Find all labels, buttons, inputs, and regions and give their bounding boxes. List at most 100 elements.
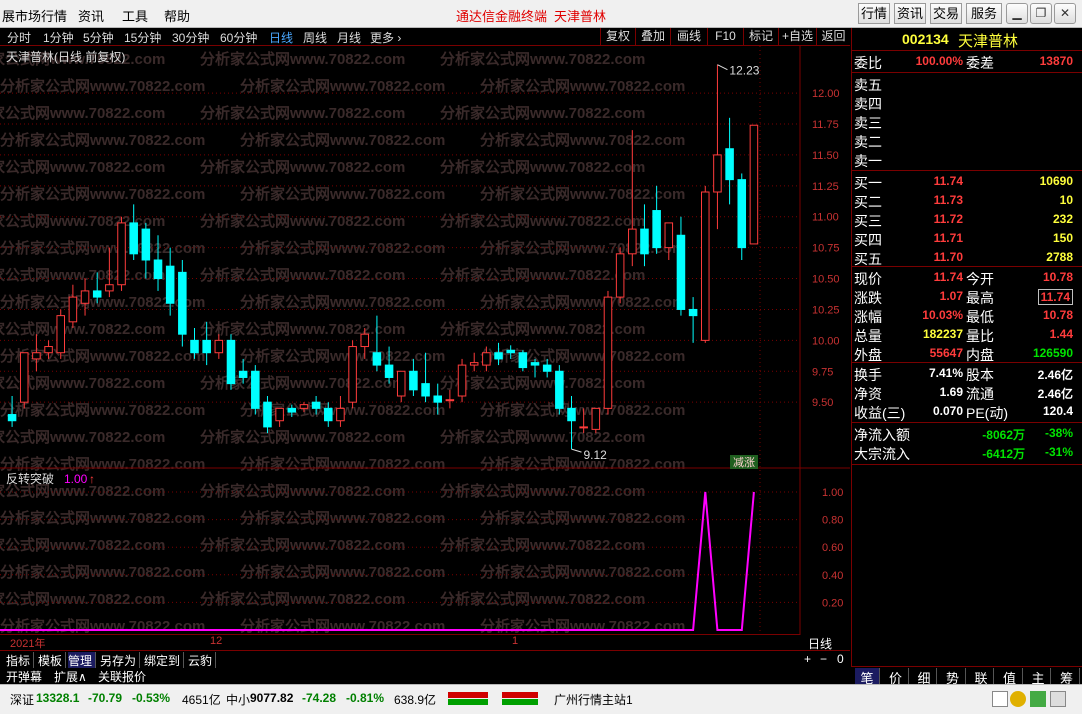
btn-add-watch[interactable]: +自选 xyxy=(778,28,816,45)
candle-body xyxy=(117,222,126,286)
menu-market[interactable]: 展市场行情 xyxy=(2,6,67,25)
buy-volume: 232 xyxy=(1052,212,1073,226)
period-minute[interactable]: 分时 xyxy=(7,29,31,46)
lock-icon[interactable] xyxy=(992,691,1008,707)
panel-tab[interactable]: 价 xyxy=(884,668,909,686)
zoom-reset-button[interactable]: 0 xyxy=(837,652,844,666)
panel-tab[interactable]: 主 xyxy=(1026,668,1051,686)
sell-row[interactable]: 卖五 xyxy=(852,74,1082,93)
watermark-text: 分析家公式网www.70822.com xyxy=(480,293,685,311)
period-1min[interactable]: 1分钟 xyxy=(43,29,74,46)
stat2-label-2: PE(动) xyxy=(966,405,1008,421)
sell-label: 卖二 xyxy=(854,134,882,150)
btn-trade[interactable]: 交易 xyxy=(930,3,962,24)
tab-save-as[interactable]: 另存为 xyxy=(100,652,141,669)
coin-icon[interactable] xyxy=(1010,691,1026,707)
candle-body xyxy=(615,253,625,298)
menu-help[interactable]: 帮助 xyxy=(164,6,190,25)
btn-service[interactable]: 服务 xyxy=(966,3,1002,24)
sell-row[interactable]: 卖四 xyxy=(852,93,1082,112)
flow-label: 净流入额 xyxy=(854,427,910,443)
tab-bind-to[interactable]: 绑定到 xyxy=(144,652,185,669)
signal-icon[interactable] xyxy=(1030,691,1046,707)
panel-tab[interactable]: 细 xyxy=(912,668,937,686)
btn-draw[interactable]: 画线 xyxy=(670,28,707,45)
btn-mark[interactable]: 标记 xyxy=(743,28,778,45)
candle xyxy=(713,64,722,230)
menu-bar: 展市场行情 资讯 工具 帮助 通达信金融终端 天津普林 行情 资讯 交易 服务 … xyxy=(0,0,1082,28)
watermark-text: 分析家公式网www.70822.com xyxy=(240,185,445,203)
buy-row[interactable]: 买一 11.74 10690 xyxy=(852,172,1082,191)
btn-danmaku[interactable]: 开弹幕 xyxy=(6,668,42,685)
settings-icon[interactable] xyxy=(1050,691,1066,707)
stat2-label-2: 股本 xyxy=(966,367,994,383)
btn-expand[interactable]: 扩展∧ xyxy=(54,668,87,685)
period-5min[interactable]: 5分钟 xyxy=(83,29,114,46)
btn-linked-quote[interactable]: 关联报价 xyxy=(98,668,146,685)
tab-yunbao[interactable]: 云豹 xyxy=(188,652,217,669)
station-name[interactable]: 广州行情主站1 xyxy=(554,691,633,708)
restore-icon[interactable]: ❐ xyxy=(1030,3,1052,24)
buy-row[interactable]: 买四 11.71 150 xyxy=(852,229,1082,248)
candle-body xyxy=(603,296,613,409)
period-weekly[interactable]: 周线 xyxy=(303,29,327,46)
close-icon[interactable]: ✕ xyxy=(1054,3,1076,24)
buy-label: 买二 xyxy=(854,194,882,210)
btn-f10[interactable]: F10 xyxy=(707,28,743,45)
zoom-in-button[interactable]: + xyxy=(804,652,811,666)
candle-body xyxy=(287,407,297,413)
kline-chart[interactable]: 分析家公式网www.70822.com 分析家公式网www.70822.com 分析… xyxy=(0,46,850,635)
panel-tab[interactable]: 值 xyxy=(998,668,1023,686)
period-30min[interactable]: 30分钟 xyxy=(172,29,209,46)
tab-manage[interactable]: 管理 xyxy=(68,652,97,669)
buy-row[interactable]: 买二 11.73 10 xyxy=(852,191,1082,210)
tab-indicator[interactable]: 指标 xyxy=(6,652,35,669)
candle-body xyxy=(701,191,710,341)
watermark-text: 分析家公式网www.70822.com xyxy=(480,617,685,635)
price-tick: 11.00 xyxy=(812,212,839,224)
buy-label: 买一 xyxy=(854,175,882,191)
watermark-text: 分析家公式网www.70822.com xyxy=(0,563,205,581)
panel-tab[interactable]: 联 xyxy=(969,668,994,686)
price-tick: 12.00 xyxy=(812,88,840,100)
stat2-row: 换手 7.41% 股本 2.46亿 xyxy=(852,364,1082,383)
candle-body xyxy=(32,352,41,360)
period-15min[interactable]: 15分钟 xyxy=(124,29,161,46)
minimize-icon[interactable]: ▁ xyxy=(1006,3,1028,24)
buy-row[interactable]: 买五 11.70 2788 xyxy=(852,248,1082,267)
buy-row[interactable]: 买三 11.72 232 xyxy=(852,210,1082,229)
period-60min[interactable]: 60分钟 xyxy=(220,29,257,46)
sell-row[interactable]: 卖二 xyxy=(852,131,1082,150)
menu-tools[interactable]: 工具 xyxy=(122,6,148,25)
stat2-value: 7.41% xyxy=(928,366,963,380)
watermark-text: 分析家公式网www.70822.com xyxy=(0,293,205,311)
panel-tab[interactable]: 势 xyxy=(941,668,966,686)
period-more[interactable]: 更多 › xyxy=(370,29,401,46)
candle-body xyxy=(384,364,394,378)
btn-overlay[interactable]: 叠加 xyxy=(635,28,670,45)
btn-back[interactable]: 返回 xyxy=(816,28,850,45)
stat-value: 182237 xyxy=(922,327,963,341)
candle xyxy=(445,389,455,409)
watermark-text: 分析家公式网www.70822.com xyxy=(480,131,685,149)
stat-label: 涨跌 xyxy=(854,290,882,306)
sell-row[interactable]: 卖三 xyxy=(852,112,1082,131)
btn-news[interactable]: 资讯 xyxy=(894,3,926,24)
stat2-label: 换手 xyxy=(854,367,882,383)
panel-tab[interactable]: 筹 xyxy=(1055,668,1080,686)
menu-news[interactable]: 资讯 xyxy=(78,6,104,25)
watermark-text: 分析家公式网www.70822.com xyxy=(440,50,645,68)
candle-body xyxy=(421,383,430,397)
sell-row[interactable]: 卖一 xyxy=(852,150,1082,169)
period-monthly[interactable]: 月线 xyxy=(337,29,361,46)
candle xyxy=(226,334,236,390)
btn-restore-rights[interactable]: 复权 xyxy=(600,28,635,45)
candle-body xyxy=(360,333,370,348)
btn-quote[interactable]: 行情 xyxy=(858,3,890,24)
watermark-text: 分析家公式网www.70822.com xyxy=(240,239,445,257)
period-daily[interactable]: 日线 xyxy=(269,29,293,46)
high-pointer xyxy=(717,64,728,71)
zoom-out-button[interactable]: − xyxy=(820,652,827,666)
tab-template[interactable]: 模板 xyxy=(38,652,67,669)
panel-tab[interactable]: 笔 xyxy=(855,668,880,686)
